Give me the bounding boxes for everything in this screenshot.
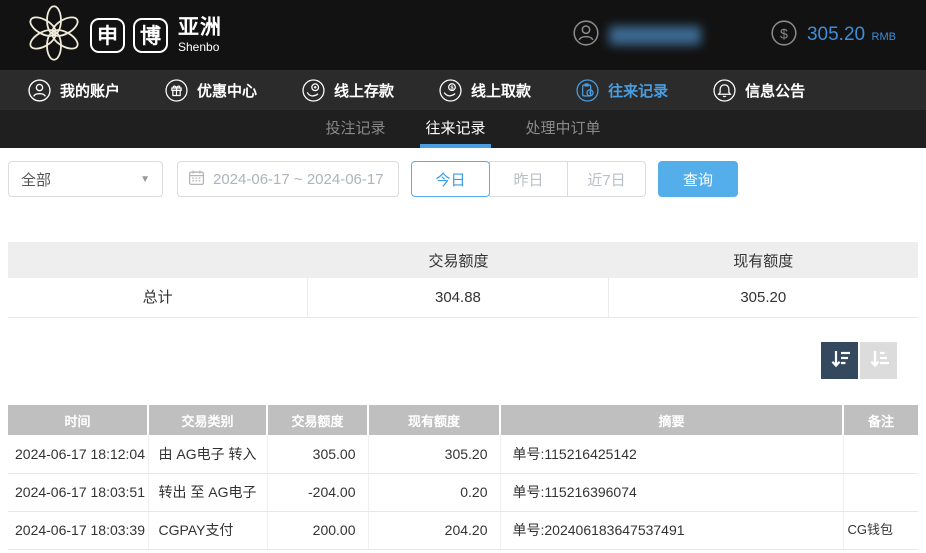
sort-tools xyxy=(0,342,897,379)
svg-text:$: $ xyxy=(780,26,788,42)
col-header-balance: 现有额度 xyxy=(368,405,500,435)
balance-amount: 305.20 xyxy=(807,24,865,45)
summary-total-label: 总计 xyxy=(8,278,308,318)
type-select[interactable]: 全部 ▼ xyxy=(8,161,163,197)
col-header-type: 交易类别 xyxy=(148,405,267,435)
yesterday-button[interactable]: 昨日 xyxy=(489,161,568,197)
nav-item-records[interactable]: 往来记录 xyxy=(576,79,668,102)
dollar-coin-icon: $ xyxy=(771,20,797,51)
balance-display: $ 305.20 RMB xyxy=(771,20,896,51)
summary-header-amount: 交易额度 xyxy=(308,250,608,271)
col-header-amount: 交易额度 xyxy=(267,405,368,435)
summary-table: 交易额度 现有额度 总计 304.88 305.20 xyxy=(8,242,918,318)
cell-amount: 305.00 xyxy=(267,435,368,473)
col-header-note: 备注 xyxy=(843,405,918,435)
transactions-table: 时间 交易类别 交易额度 现有额度 摘要 备注 2024-06-17 18:12… xyxy=(8,405,918,550)
cell-note: CG钱包 xyxy=(843,511,918,549)
gift-icon xyxy=(165,79,188,102)
calendar-icon xyxy=(188,169,205,190)
today-button[interactable]: 今日 xyxy=(411,161,490,197)
cell-balance: 0.20 xyxy=(368,473,500,511)
sort-desc-icon xyxy=(828,347,852,374)
cell-type: CGPAY支付 xyxy=(148,511,267,549)
quick-range-group: 今日 昨日 近7日 xyxy=(411,161,646,197)
sort-descending-button[interactable] xyxy=(821,342,858,379)
last7days-button[interactable]: 近7日 xyxy=(567,161,646,197)
cell-type: 转出 至 AG电子 xyxy=(148,473,267,511)
transaction-row: 2024-06-17 18:03:51 转出 至 AG电子 -204.00 0.… xyxy=(8,473,918,511)
logo-region: 亚洲 xyxy=(178,17,222,38)
main-nav: 我的账户 优惠中心 线上存款 xyxy=(0,70,926,110)
summary-total-row: 总计 304.88 305.20 xyxy=(8,278,918,318)
cell-time: 2024-06-17 18:03:39 xyxy=(8,511,148,549)
cell-note xyxy=(843,473,918,511)
logo-char-bo: 博 xyxy=(133,18,168,53)
tab-transaction-records[interactable]: 往来记录 xyxy=(420,110,490,148)
cell-balance: 305.20 xyxy=(368,435,500,473)
cell-note xyxy=(843,435,918,473)
chevron-down-icon: ▼ xyxy=(140,174,150,185)
summary-header-row: 交易额度 现有额度 xyxy=(8,242,918,278)
transaction-row: 2024-06-17 18:12:04 由 AG电子 转入 305.00 305… xyxy=(8,435,918,473)
cell-time: 2024-06-17 18:03:51 xyxy=(8,473,148,511)
hand-coin-deposit-icon xyxy=(302,79,325,102)
nav-item-promotions[interactable]: 优惠中心 xyxy=(165,79,257,102)
sort-asc-icon xyxy=(867,347,891,374)
nav-item-withdraw[interactable]: $ 线上取款 xyxy=(439,79,531,102)
sort-ascending-button[interactable] xyxy=(860,342,897,379)
records-clipboard-icon xyxy=(576,79,599,102)
hand-coin-withdraw-icon: $ xyxy=(439,79,462,102)
nav-item-deposit[interactable]: 线上存款 xyxy=(302,79,394,102)
user-icon xyxy=(573,20,599,51)
cell-amount: -204.00 xyxy=(267,473,368,511)
cell-summary: 单号:115216396074 xyxy=(500,473,843,511)
logo-char-shen: 申 xyxy=(90,18,125,53)
nav-item-notices[interactable]: 信息公告 xyxy=(713,79,805,102)
summary-total-balance: 305.20 xyxy=(609,278,918,318)
top-header: 申 博 亚洲 Shenbo $ 305.20 RMB xyxy=(0,0,926,70)
logo-subtitle: Shenbo xyxy=(178,41,222,53)
col-header-time: 时间 xyxy=(8,405,148,435)
date-range-input[interactable]: 2024-06-17 ~ 2024-06-17 xyxy=(177,161,399,197)
user-area[interactable] xyxy=(573,20,701,51)
username-redacted xyxy=(609,26,701,45)
transaction-row: 2024-06-17 18:03:39 CGPAY支付 200.00 204.2… xyxy=(8,511,918,549)
bell-icon xyxy=(713,79,736,102)
cell-balance: 204.20 xyxy=(368,511,500,549)
cell-amount: 200.00 xyxy=(267,511,368,549)
account-person-icon xyxy=(28,79,51,102)
cell-summary: 单号:115216425142 xyxy=(500,435,843,473)
summary-total-amount: 304.88 xyxy=(308,278,608,318)
flower-logo-icon xyxy=(26,5,82,66)
transactions-header-row: 时间 交易类别 交易额度 现有额度 摘要 备注 xyxy=(8,405,918,435)
sub-nav: 投注记录 往来记录 处理中订单 xyxy=(0,110,926,148)
cell-type: 由 AG电子 转入 xyxy=(148,435,267,473)
nav-item-my-account[interactable]: 我的账户 xyxy=(28,79,120,102)
date-range-value: 2024-06-17 ~ 2024-06-17 xyxy=(213,171,384,188)
tab-pending-orders[interactable]: 处理中订单 xyxy=(521,110,606,148)
balance-currency: RMB xyxy=(872,31,896,43)
tab-bet-records[interactable]: 投注记录 xyxy=(320,110,390,148)
query-button[interactable]: 查询 xyxy=(658,161,738,197)
summary-header-balance: 现有额度 xyxy=(609,250,918,271)
cell-time: 2024-06-17 18:12:04 xyxy=(8,435,148,473)
filter-bar: 全部 ▼ 2024-06-17 ~ 2024-06-17 今日 昨日 近7日 查… xyxy=(8,161,918,197)
cell-summary: 单号:202406183647537491 xyxy=(500,511,843,549)
col-header-summary: 摘要 xyxy=(500,405,843,435)
brand-logo[interactable]: 申 博 亚洲 Shenbo xyxy=(26,5,222,66)
